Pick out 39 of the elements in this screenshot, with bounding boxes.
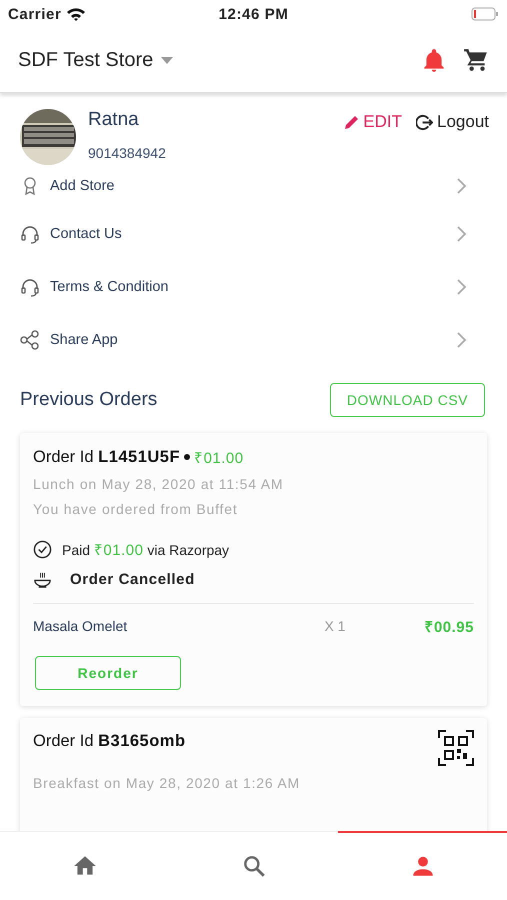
- logout-button[interactable]: Logout: [416, 112, 489, 132]
- status-time: 12:46 PM: [218, 6, 288, 22]
- pencil-icon: [344, 114, 360, 130]
- order-id: Order Id L1451U5F: [33, 448, 180, 466]
- item-price: ₹00.95: [424, 618, 474, 636]
- phone-number: 9014384942: [88, 145, 166, 161]
- store-selector[interactable]: SDF Test Store: [18, 48, 174, 72]
- chevron-right-icon: [457, 178, 467, 194]
- chevron-right-icon: [457, 332, 467, 348]
- check-circle-icon: [33, 540, 52, 558]
- order-id: Order Id B3165omb: [33, 732, 186, 751]
- qr-code-icon[interactable]: [438, 730, 474, 766]
- bullet-icon: [184, 454, 190, 460]
- user-name: Ratna: [88, 109, 140, 131]
- logout-icon: [416, 114, 433, 130]
- chevron-right-icon: [457, 279, 467, 295]
- share-icon: [20, 330, 40, 350]
- menu-item[interactable]: Share App: [20, 313, 487, 367]
- item-quantity: X 1: [324, 618, 346, 634]
- cart-icon[interactable]: [463, 47, 489, 73]
- menu-item[interactable]: Terms & Condition: [20, 260, 487, 314]
- section-title: Previous Orders: [20, 389, 158, 411]
- item-name: Masala Omelet: [33, 618, 128, 634]
- order-amount: ₹01.00: [194, 449, 244, 467]
- battery-icon: [471, 7, 499, 21]
- payment-text: Paid ₹01.00 via Razorpay: [62, 541, 230, 559]
- order-time: Lunch on May 28, 2020 at 11:54 AM: [33, 476, 284, 492]
- carrier-name: Carrier: [8, 6, 62, 22]
- chevron-right-icon: [457, 226, 467, 242]
- headset-icon: [20, 224, 40, 244]
- menu-item[interactable]: Add Store: [20, 164, 487, 208]
- headset-icon: [20, 277, 40, 297]
- caret-icon: [161, 56, 174, 64]
- edit-button[interactable]: EDIT: [344, 112, 402, 132]
- order-source: You have ordered from Buffet: [33, 501, 239, 517]
- wifi-icon: [66, 7, 86, 21]
- order-status: Order Cancelled: [69, 570, 196, 590]
- order-time: Breakfast on May 28, 2020 at 1:26 AM: [33, 775, 301, 791]
- menu-item[interactable]: Contact Us: [20, 207, 487, 261]
